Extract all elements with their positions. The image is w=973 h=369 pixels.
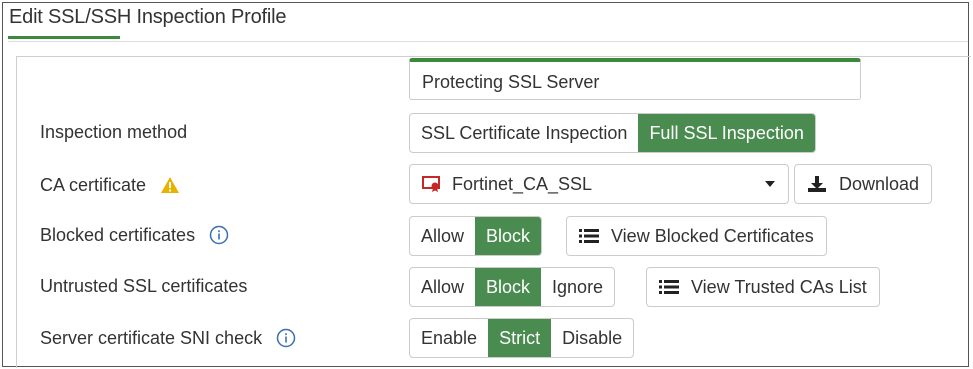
- list-icon: [659, 279, 679, 295]
- info-icon: [276, 328, 296, 348]
- sni-check-label-text: Server certificate SNI check: [40, 328, 263, 348]
- list-icon: [579, 228, 599, 244]
- inspection-option-full-ssl[interactable]: Full SSL Inspection: [638, 114, 815, 152]
- title-underline: [8, 36, 120, 39]
- blocked-certificates-label-text: Blocked certificates: [40, 225, 196, 245]
- untrusted-option-block[interactable]: Block: [475, 268, 542, 306]
- warning-triangle-icon: [160, 176, 180, 194]
- blocked-certificates-label: Blocked certificates: [40, 223, 229, 247]
- view-blocked-certificates-label: View Blocked Certificates: [611, 225, 814, 246]
- download-button[interactable]: Download: [794, 164, 933, 204]
- view-trusted-cas-button[interactable]: View Trusted CAs List: [646, 267, 880, 307]
- sni-option-disable[interactable]: Disable: [551, 319, 633, 357]
- ca-certificate-label: CA certificate: [40, 173, 180, 197]
- blocked-option-allow[interactable]: Allow: [410, 217, 475, 255]
- inspection-method-label: Inspection method: [40, 120, 187, 144]
- profile-name-field[interactable]: Protecting SSL Server: [409, 58, 861, 100]
- inspection-method-label-text: Inspection method: [40, 122, 188, 142]
- sni-option-enable[interactable]: Enable: [410, 319, 488, 357]
- untrusted-option-ignore[interactable]: Ignore: [541, 268, 614, 306]
- view-trusted-cas-label: View Trusted CAs List: [691, 276, 867, 297]
- sni-check-label: Server certificate SNI check: [40, 326, 296, 350]
- page-title: Edit SSL/SSH Inspection Profile: [9, 6, 287, 28]
- inspection-method-toggle: SSL Certificate Inspection Full SSL Insp…: [409, 113, 816, 153]
- ca-certificate-label-text: CA certificate: [40, 175, 147, 195]
- untrusted-option-allow[interactable]: Allow: [410, 268, 475, 306]
- ca-certificate-select[interactable]: Fortinet_CA_SSL: [409, 164, 789, 204]
- sni-check-toggle: Enable Strict Disable: [409, 318, 635, 358]
- ca-certificate-value: Fortinet_CA_SSL: [452, 173, 593, 194]
- download-button-label: Download: [839, 173, 920, 194]
- view-blocked-certificates-button[interactable]: View Blocked Certificates: [566, 216, 827, 256]
- blocked-certificates-toggle: Allow Block: [409, 216, 543, 256]
- untrusted-ssl-label-text: Untrusted SSL certificates: [40, 276, 248, 296]
- sni-option-strict[interactable]: Strict: [488, 319, 552, 357]
- blocked-option-block[interactable]: Block: [475, 217, 542, 255]
- untrusted-ssl-label: Untrusted SSL certificates: [40, 274, 247, 298]
- caret-down-icon: [764, 180, 776, 188]
- info-icon: [209, 225, 229, 245]
- untrusted-ssl-toggle: Allow Block Ignore: [409, 267, 616, 307]
- inspection-option-ssl-certificate[interactable]: SSL Certificate Inspection: [410, 114, 638, 152]
- certificate-icon: [422, 175, 442, 193]
- download-icon: [807, 175, 827, 193]
- header-divider: [8, 41, 968, 42]
